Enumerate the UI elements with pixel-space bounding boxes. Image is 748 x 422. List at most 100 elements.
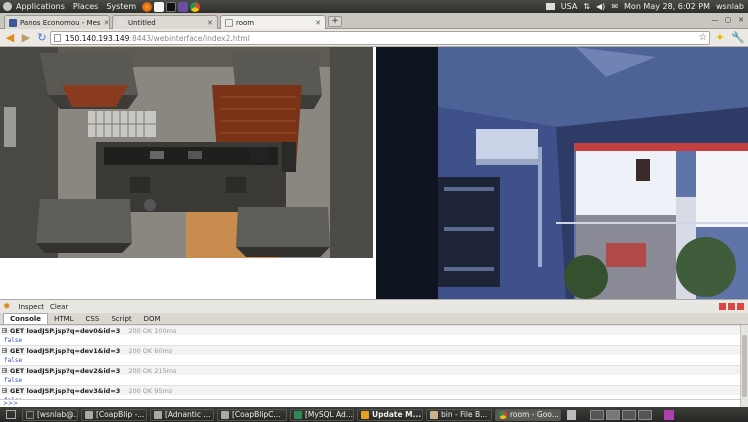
reload-icon[interactable]: ↻ xyxy=(36,32,48,44)
firebug-icon[interactable]: ✹ xyxy=(3,302,11,312)
document-launcher-icon[interactable] xyxy=(154,1,165,12)
taskbar-item-chrome[interactable]: room - Goo... xyxy=(495,408,561,421)
request-status: 200 OK 215ms xyxy=(128,366,177,375)
user-menu[interactable]: wsnlab xyxy=(716,2,744,11)
applications-menu[interactable]: Applications xyxy=(12,2,69,11)
task-label: room - Goo... xyxy=(510,410,559,419)
workspace-2[interactable] xyxy=(606,409,620,420)
window-icon xyxy=(221,410,229,419)
window-icon xyxy=(154,410,162,419)
show-desktop-icon[interactable] xyxy=(6,410,16,419)
task-label: [wsnlab@... xyxy=(37,410,78,419)
folder-icon xyxy=(430,410,438,419)
tab-facebook[interactable]: Panos Economou - Mes ✕ xyxy=(4,15,110,29)
firebug-console[interactable]: + GET loadJSP.jsp?q=dev0&id=3 200 OK 100… xyxy=(0,325,740,407)
tab-untitled[interactable]: Untitled ✕ xyxy=(112,15,218,29)
scrollbar-thumb[interactable] xyxy=(742,335,747,397)
system-menu[interactable]: System xyxy=(102,2,140,11)
console-log-row[interactable]: + GET loadJSP.jsp?q=dev1&id=3 200 OK 60m… xyxy=(0,345,740,355)
taskbar-item-coapblip[interactable]: [CoapBlip -... xyxy=(81,408,147,421)
firebug-window-controls xyxy=(719,303,744,310)
maximize-icon[interactable]: ▢ xyxy=(723,16,733,25)
tray-app-icon[interactable] xyxy=(664,409,674,420)
request-url: GET loadJSP.jsp?q=dev1&id=3 xyxy=(10,346,121,355)
expand-icon[interactable]: + xyxy=(2,368,7,374)
window-icon xyxy=(85,410,93,419)
tab-console[interactable]: Console xyxy=(3,313,49,324)
close-tab-icon[interactable]: ✕ xyxy=(312,19,321,27)
expand-icon[interactable]: + xyxy=(2,328,7,334)
trash-icon[interactable] xyxy=(567,409,576,420)
minimize-icon[interactable] xyxy=(719,303,726,310)
request-status: 200 OK 60ms xyxy=(128,346,173,355)
room-3d-view[interactable] xyxy=(0,47,373,258)
firefox-launcher-icon[interactable] xyxy=(142,1,153,12)
volume-icon[interactable]: ◀) xyxy=(596,2,605,11)
console-log-row[interactable]: + GET loadJSP.jsp?q=dev0&id=3 200 OK 100… xyxy=(0,325,740,335)
terminal-icon xyxy=(26,410,34,419)
tab-html[interactable]: HTML xyxy=(48,314,79,324)
bottom-panel-taskbar: [wsnlab@... [CoapBlip -... [Adnantic ...… xyxy=(0,407,748,422)
taskbar-item-terminal[interactable]: [wsnlab@... xyxy=(22,408,78,421)
top-panel-status-area: USA ⇅ ◀) ✉ Mon May 28, 6:02 PM wsnlab xyxy=(545,2,748,11)
console-log-row[interactable]: + GET loadJSP.jsp?q=dev3&id=3 200 OK 95m… xyxy=(0,385,740,395)
bookmark-star-icon[interactable]: ☆ xyxy=(697,32,709,44)
workspace-4[interactable] xyxy=(638,409,652,420)
close-window-icon[interactable]: ✕ xyxy=(736,16,746,25)
taskbar-item-adnantic[interactable]: [Adnantic ... xyxy=(150,408,214,421)
workspace-1[interactable] xyxy=(590,409,604,420)
network-icon[interactable]: ⇅ xyxy=(583,2,590,11)
extension-icon[interactable]: ✦ xyxy=(714,32,726,44)
facebook-favicon-icon xyxy=(9,18,17,27)
browser-tab-bar: Panos Economou - Mes ✕ Untitled ✕ room ✕… xyxy=(0,13,748,29)
room-3d-scene xyxy=(0,47,373,258)
tab-room[interactable]: room ✕ xyxy=(220,15,326,29)
tab-script[interactable]: Script xyxy=(105,314,137,324)
close-tab-icon[interactable]: ✕ xyxy=(101,19,109,27)
page-favicon-icon xyxy=(225,18,233,27)
tab-dom[interactable]: DOM xyxy=(138,314,167,324)
console-response: false xyxy=(4,336,23,344)
tab-css[interactable]: CSS xyxy=(80,314,106,324)
printer-icon[interactable] xyxy=(545,3,555,10)
new-tab-button[interactable]: + xyxy=(328,16,342,27)
console-command-line[interactable]: >>> xyxy=(0,399,740,407)
taskbar-item-file-browser[interactable]: bin - File B... xyxy=(426,408,492,421)
workspace-switcher[interactable] xyxy=(590,409,652,420)
taskbar-item-coapblipc[interactable]: [CoapBlipC... xyxy=(217,408,287,421)
browser-nav-bar: ◀ ▶ ↻ 150.140.193.149:8443/webinterface/… xyxy=(0,29,748,47)
forward-arrow-icon[interactable]: ▶ xyxy=(20,32,32,44)
command-prompt: >>> xyxy=(3,400,19,407)
firebug-toolbar: ✹ Inspect Clear xyxy=(0,299,748,313)
console-log-row[interactable]: + GET loadJSP.jsp?q=dev2&id=3 200 OK 215… xyxy=(0,365,740,375)
terminal-launcher-icon[interactable] xyxy=(166,1,177,12)
keyboard-layout-indicator[interactable]: USA xyxy=(561,2,578,11)
task-label: [CoapBlip -... xyxy=(96,410,145,419)
chrome-icon xyxy=(499,410,507,419)
ubuntu-logo-icon[interactable] xyxy=(3,2,12,11)
minimize-icon[interactable]: — xyxy=(710,16,720,25)
close-tab-icon[interactable]: ✕ xyxy=(204,19,213,27)
console-scrollbar[interactable] xyxy=(740,325,748,407)
taskbar-item-mysql[interactable]: [MySQL Ad... xyxy=(290,408,354,421)
places-menu[interactable]: Places xyxy=(69,2,102,11)
address-bar[interactable]: 150.140.193.149:8443/webinterface/index2… xyxy=(50,31,710,45)
update-icon xyxy=(361,410,369,419)
camera-feed[interactable] xyxy=(376,47,748,299)
back-arrow-icon[interactable]: ◀ xyxy=(4,32,16,44)
task-label: [MySQL Ad... xyxy=(305,410,353,419)
taskbar-item-update-manager[interactable]: Update M... xyxy=(357,408,423,421)
expand-icon[interactable]: + xyxy=(2,348,7,354)
page-blank-area xyxy=(0,258,376,299)
wrench-icon[interactable]: 🔧 xyxy=(731,32,745,44)
close-icon[interactable] xyxy=(737,303,744,310)
clock[interactable]: Mon May 28, 6:02 PM xyxy=(624,2,710,11)
detach-icon[interactable] xyxy=(728,303,735,310)
inspect-button[interactable]: Inspect xyxy=(19,303,45,311)
chrome-launcher-icon[interactable] xyxy=(190,1,201,12)
clear-button[interactable]: Clear xyxy=(50,303,68,311)
monitor-launcher-icon[interactable] xyxy=(178,1,189,12)
workspace-3[interactable] xyxy=(622,409,636,420)
expand-icon[interactable]: + xyxy=(2,388,7,394)
mail-icon[interactable]: ✉ xyxy=(611,2,618,11)
